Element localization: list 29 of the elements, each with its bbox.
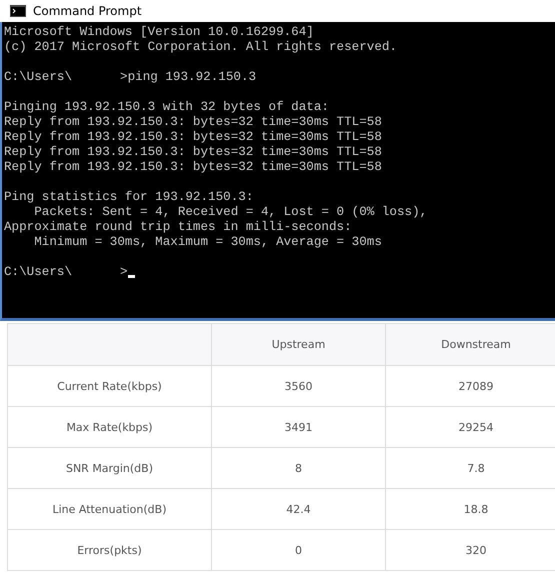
prompt-path: C:\Users\ [4, 70, 72, 85]
column-header: Downstream [386, 324, 555, 366]
console-command: >ping 193.92.150.3 [120, 70, 256, 85]
table-cell: 3491 [212, 406, 386, 448]
console-line: Minimum = 30ms, Maximum = 30ms, Average = 30ms [33, 235, 382, 250]
console-command: > [120, 265, 128, 280]
window-title: Command Prompt [33, 4, 142, 18]
table-cell: 0 [212, 530, 386, 570]
console-line: Pinging 193.92.150.3 with 32 bytes of data: [4, 100, 329, 115]
row-label: SNR Margin(dB) [8, 448, 212, 488]
console-line: Ping statistics for 193.92.150.3: [4, 190, 254, 205]
console-line: Reply from 193.92.150.3: bytes=32 time=30ms TTL=58 [4, 160, 382, 175]
row-label: Line Attenuation(dB) [8, 488, 212, 530]
table-cell: 3560 [212, 366, 386, 406]
console-line: Reply from 193.92.150.3: bytes=32 time=30ms TTL=58 [4, 115, 382, 130]
row-label: Max Rate(kbps) [8, 406, 212, 448]
console-line: Reply from 193.92.150.3: bytes=32 time=30ms TTL=58 [4, 130, 382, 145]
row-label: Errors(pkts) [8, 530, 212, 570]
table-cell: 42.4 [212, 488, 386, 530]
table-cell: 8 [212, 448, 386, 488]
console-line: Approximate round trip times in milli-seconds: [4, 220, 352, 235]
row-label: Current Rate(kbps) [8, 366, 212, 406]
terminal-icon [10, 5, 26, 17]
column-header: Upstream [212, 324, 386, 366]
console-line: Microsoft Windows [Version 10.0.16299.64] [4, 25, 314, 40]
console-line: Reply from 193.92.150.3: bytes=32 time=30ms TTL=58 [4, 145, 382, 160]
console-line: Packets: Sent = 4, Received = 4, Lost = 0 (0% loss), [33, 205, 428, 220]
console-line: (c) 2017 Microsoft Corporation. All rights reserved. [4, 40, 397, 55]
prompt-path: C:\Users\ [4, 265, 72, 280]
